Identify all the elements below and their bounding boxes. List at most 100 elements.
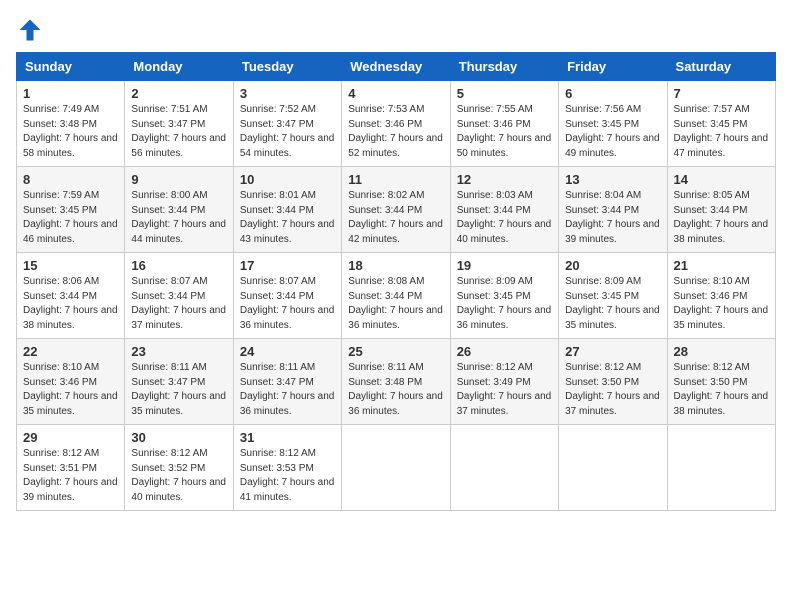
day-info: Sunrise: 8:10 AMSunset: 3:46 PMDaylight:… [23,361,118,419]
day-number: 16 [131,258,226,273]
logo [16,16,48,44]
day-info: Sunrise: 8:02 AMSunset: 3:44 PMDaylight:… [348,189,443,247]
day-cell-14: 14Sunrise: 8:05 AMSunset: 3:44 PMDayligh… [667,167,775,253]
week-row-3: 15 Sunrise: 8:06 AMSunset: 3:44 PMDayligh… [17,253,776,339]
day-cell-24: 24 Sunrise: 8:11 AMSunset: 3:47 PMDayligh… [233,339,341,425]
day-cell-2: 2 Sunrise: 7:51 AMSunset: 3:47 PMDaylight… [125,81,233,167]
day-cell-1: 1Sunrise: 7:49 AMSunset: 3:48 PMDaylight… [17,81,125,167]
week-row-5: 29 Sunrise: 8:12 AMSunset: 3:51 PMDayligh… [17,425,776,511]
day-number: 22 [23,344,118,359]
day-cell-17: 17 Sunrise: 8:07 AMSunset: 3:44 PMDayligh… [233,253,341,339]
day-info: Sunrise: 8:09 AMSunset: 3:45 PMDaylight:… [457,275,552,333]
day-number: 23 [131,344,226,359]
day-info: Sunrise: 8:06 AMSunset: 3:44 PMDaylight:… [23,275,118,333]
week-row-1: 1Sunrise: 7:49 AMSunset: 3:48 PMDaylight… [17,81,776,167]
day-cell-30: 30 Sunrise: 8:12 AMSunset: 3:52 PMDayligh… [125,425,233,511]
header-friday: Friday [559,53,667,81]
day-number: 4 [348,86,443,101]
day-cell-8: 8 Sunrise: 7:59 AMSunset: 3:45 PMDaylight… [17,167,125,253]
day-info: Sunrise: 7:52 AMSunset: 3:47 PMDaylight:… [240,103,335,161]
day-info: Sunrise: 8:03 AMSunset: 3:44 PMDaylight:… [457,189,552,247]
day-info: Sunrise: 7:53 AMSunset: 3:46 PMDaylight:… [348,103,443,161]
day-number: 8 [23,172,118,187]
day-number: 28 [674,344,769,359]
day-cell-6: 6 Sunrise: 7:56 AMSunset: 3:45 PMDaylight… [559,81,667,167]
day-cell-16: 16 Sunrise: 8:07 AMSunset: 3:44 PMDayligh… [125,253,233,339]
day-number: 20 [565,258,660,273]
day-number: 6 [565,86,660,101]
day-cell-27: 27 Sunrise: 8:12 AMSunset: 3:50 PMDayligh… [559,339,667,425]
day-info: Sunrise: 8:12 AMSunset: 3:52 PMDaylight:… [131,447,226,505]
day-cell-12: 12 Sunrise: 8:03 AMSunset: 3:44 PMDayligh… [450,167,558,253]
day-number: 26 [457,344,552,359]
day-info: Sunrise: 8:11 AMSunset: 3:47 PMDaylight:… [131,361,226,419]
day-info: Sunrise: 7:57 AMSunset: 3:45 PMDaylight:… [674,103,769,161]
day-cell-29: 29 Sunrise: 8:12 AMSunset: 3:51 PMDayligh… [17,425,125,511]
day-number: 2 [131,86,226,101]
day-cell-20: 20 Sunrise: 8:09 AMSunset: 3:45 PMDayligh… [559,253,667,339]
day-number: 9 [131,172,226,187]
empty-cell [559,425,667,511]
day-cell-15: 15 Sunrise: 8:06 AMSunset: 3:44 PMDayligh… [17,253,125,339]
header-thursday: Thursday [450,53,558,81]
day-number: 13 [565,172,660,187]
day-info: Sunrise: 7:59 AMSunset: 3:45 PMDaylight:… [23,189,118,247]
day-cell-22: 22 Sunrise: 8:10 AMSunset: 3:46 PMDayligh… [17,339,125,425]
header-sunday: Sunday [17,53,125,81]
logo-icon [16,16,44,44]
day-cell-10: 10 Sunrise: 8:01 AMSunset: 3:44 PMDayligh… [233,167,341,253]
week-row-2: 8 Sunrise: 7:59 AMSunset: 3:45 PMDaylight… [17,167,776,253]
header-wednesday: Wednesday [342,53,450,81]
day-info: Sunrise: 8:12 AMSunset: 3:51 PMDaylight:… [23,447,118,505]
day-info: Sunrise: 8:11 AMSunset: 3:47 PMDaylight:… [240,361,335,419]
day-number: 24 [240,344,335,359]
day-cell-31: 31Sunrise: 8:12 AMSunset: 3:53 PMDayligh… [233,425,341,511]
day-cell-7: 7 Sunrise: 7:57 AMSunset: 3:45 PMDaylight… [667,81,775,167]
day-info: Sunrise: 8:12 AMSunset: 3:50 PMDaylight:… [565,361,660,419]
day-info: Sunrise: 8:01 AMSunset: 3:44 PMDaylight:… [240,189,335,247]
day-cell-28: 28Sunrise: 8:12 AMSunset: 3:50 PMDayligh… [667,339,775,425]
empty-cell [342,425,450,511]
header-saturday: Saturday [667,53,775,81]
day-info: Sunrise: 8:07 AMSunset: 3:44 PMDaylight:… [240,275,335,333]
day-number: 11 [348,172,443,187]
calendar-table: SundayMondayTuesdayWednesdayThursdayFrid… [16,52,776,511]
empty-cell [667,425,775,511]
day-cell-21: 21Sunrise: 8:10 AMSunset: 3:46 PMDayligh… [667,253,775,339]
day-info: Sunrise: 7:51 AMSunset: 3:47 PMDaylight:… [131,103,226,161]
day-number: 19 [457,258,552,273]
day-cell-11: 11 Sunrise: 8:02 AMSunset: 3:44 PMDayligh… [342,167,450,253]
header-monday: Monday [125,53,233,81]
day-info: Sunrise: 8:12 AMSunset: 3:49 PMDaylight:… [457,361,552,419]
day-info: Sunrise: 8:05 AMSunset: 3:44 PMDaylight:… [674,189,769,247]
day-cell-26: 26 Sunrise: 8:12 AMSunset: 3:49 PMDayligh… [450,339,558,425]
day-number: 7 [674,86,769,101]
day-number: 30 [131,430,226,445]
page-header [16,16,776,44]
day-cell-25: 25 Sunrise: 8:11 AMSunset: 3:48 PMDayligh… [342,339,450,425]
week-row-4: 22 Sunrise: 8:10 AMSunset: 3:46 PMDayligh… [17,339,776,425]
calendar-header-row: SundayMondayTuesdayWednesdayThursdayFrid… [17,53,776,81]
day-number: 1 [23,86,118,101]
day-info: Sunrise: 8:08 AMSunset: 3:44 PMDaylight:… [348,275,443,333]
day-cell-5: 5Sunrise: 7:55 AMSunset: 3:46 PMDaylight… [450,81,558,167]
day-cell-13: 13 Sunrise: 8:04 AMSunset: 3:44 PMDayligh… [559,167,667,253]
day-number: 18 [348,258,443,273]
day-number: 31 [240,430,335,445]
day-cell-9: 9 Sunrise: 8:00 AMSunset: 3:44 PMDaylight… [125,167,233,253]
day-number: 27 [565,344,660,359]
day-number: 25 [348,344,443,359]
day-info: Sunrise: 8:04 AMSunset: 3:44 PMDaylight:… [565,189,660,247]
day-number: 10 [240,172,335,187]
day-number: 12 [457,172,552,187]
day-number: 17 [240,258,335,273]
day-info: Sunrise: 8:07 AMSunset: 3:44 PMDaylight:… [131,275,226,333]
day-number: 15 [23,258,118,273]
day-info: Sunrise: 8:09 AMSunset: 3:45 PMDaylight:… [565,275,660,333]
day-info: Sunrise: 7:56 AMSunset: 3:45 PMDaylight:… [565,103,660,161]
day-number: 5 [457,86,552,101]
day-info: Sunrise: 8:00 AMSunset: 3:44 PMDaylight:… [131,189,226,247]
day-number: 29 [23,430,118,445]
day-cell-18: 18 Sunrise: 8:08 AMSunset: 3:44 PMDayligh… [342,253,450,339]
day-info: Sunrise: 8:11 AMSunset: 3:48 PMDaylight:… [348,361,443,419]
